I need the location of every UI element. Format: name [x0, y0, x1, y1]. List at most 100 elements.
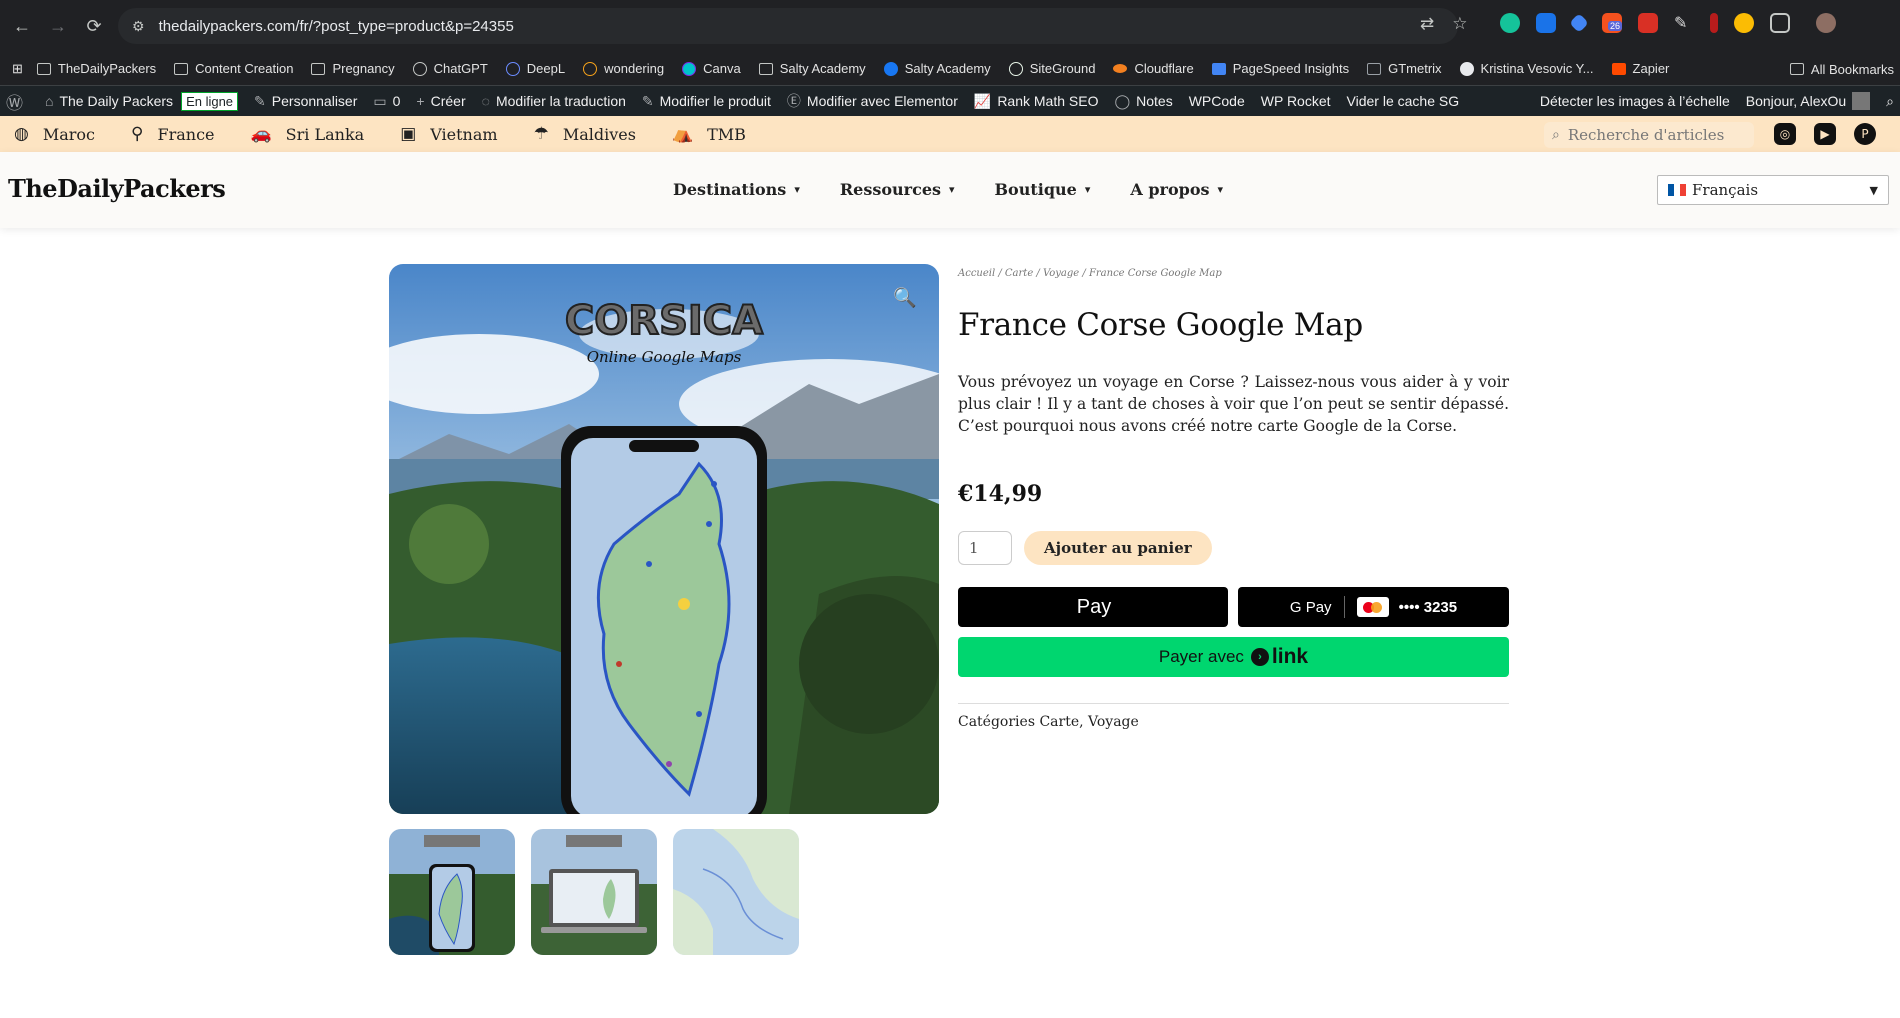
wp-translate[interactable]: ◌ Modifier la traduction	[482, 93, 626, 109]
translate-icon: ◌	[481, 93, 490, 109]
bookmark-item[interactable]: Salty Academy	[758, 61, 866, 76]
bookmark-label: TheDailyPackers	[57, 61, 157, 76]
menu-boutique[interactable]: Boutique ▾	[995, 180, 1091, 199]
caret-down-icon: ▼	[1869, 184, 1878, 197]
wp-customize[interactable]: ✎ Personnaliser	[254, 93, 357, 110]
wp-site-name[interactable]: ⌂ The Daily Packers En ligne	[45, 91, 239, 111]
back-icon[interactable]: ←	[4, 8, 40, 44]
bookmark-item[interactable]: PageSpeed Insights	[1211, 61, 1349, 76]
bookmark-item[interactable]: Salty Academy	[883, 61, 991, 76]
wp-rocket[interactable]: WP Rocket	[1261, 93, 1331, 109]
bookmark-label: Salty Academy	[904, 61, 991, 76]
wp-create[interactable]: + Créer	[416, 93, 465, 109]
bookmark-item[interactable]: TheDailyPackers	[36, 61, 157, 76]
bookmark-item[interactable]: Pregnancy	[311, 61, 395, 76]
instagram-icon[interactable]: ◎	[1774, 123, 1796, 145]
create-label: Créer	[430, 93, 466, 109]
nav-item-vietnam[interactable]: ▣ Vietnam	[400, 124, 497, 144]
translate-icon[interactable]: ⇄	[1420, 14, 1434, 34]
forward-icon[interactable]: →	[40, 8, 76, 44]
wp-comments[interactable]: ▭ 0	[373, 93, 400, 110]
breadcrumb[interactable]: Accueil / Carte / Voyage / France Corse …	[958, 268, 1509, 279]
eyedropper-icon[interactable]: ✎	[1674, 13, 1694, 33]
tag-extension-icon[interactable]	[1569, 13, 1589, 33]
customize-label: Personnaliser	[271, 93, 358, 109]
thumbnail-map[interactable]	[673, 829, 799, 955]
cloudflare-icon	[1113, 64, 1128, 73]
grammarly-icon[interactable]	[1500, 13, 1520, 33]
product-price: €14,99	[958, 481, 1043, 507]
category-link-carte[interactable]: Carte	[1039, 714, 1079, 730]
bookmark-item[interactable]: Kristina Vesovic Y...	[1459, 61, 1594, 76]
bookmark-star-icon[interactable]: ☆	[1452, 14, 1467, 34]
extensions-puzzle-icon[interactable]	[1770, 13, 1790, 33]
profile-avatar[interactable]	[1816, 13, 1836, 33]
yellow-extension-icon[interactable]	[1734, 13, 1754, 33]
menu-label: Boutique	[994, 180, 1077, 199]
menu-destinations[interactable]: Destinations ▾	[673, 180, 800, 199]
wp-rankmath[interactable]: 📈 Rank Math SEO	[974, 93, 1099, 110]
menu-ressources[interactable]: Ressources ▾	[840, 180, 955, 199]
wordpress-logo-icon[interactable]: Ⓦ	[6, 89, 29, 114]
nav-item-tmb[interactable]: ⛺ TMB	[672, 124, 746, 144]
wp-elementor[interactable]: Ⓔ Modifier avec Elementor	[787, 91, 958, 111]
youtube-icon[interactable]: ▶	[1814, 123, 1836, 145]
bookmark-item[interactable]: ChatGPT	[412, 61, 488, 76]
search-icon: ⌕	[1552, 127, 1560, 143]
detect-images-link[interactable]: Détecter les images à l’échelle	[1540, 93, 1730, 109]
bookmark-item[interactable]: Zapier	[1611, 61, 1669, 76]
bookmark-item[interactable]: Canva	[682, 61, 741, 76]
add-to-cart-button[interactable]: Ajouter au panier	[1024, 531, 1212, 565]
wp-notes[interactable]: ◯ Notes	[1114, 93, 1172, 110]
site-settings-icon[interactable]: ⚙	[132, 18, 145, 35]
wprocket-label: WP Rocket	[1260, 93, 1331, 109]
red-extension-icon[interactable]	[1638, 13, 1658, 33]
bookmark-item[interactable]: SiteGround	[1008, 61, 1095, 76]
nav-item-france[interactable]: ⚲ France	[131, 124, 214, 144]
pin-extension-icon[interactable]	[1710, 13, 1718, 33]
zoom-icon[interactable]: 🔍	[893, 286, 917, 310]
badge-extension-icon[interactable]: 26	[1602, 13, 1623, 33]
bookmark-item[interactable]: Content Creation	[174, 61, 293, 76]
bookmark-item[interactable]: Cloudflare	[1113, 61, 1194, 76]
quantity-input[interactable]: 1	[958, 531, 1012, 565]
apps-grid-icon[interactable]: ⊞	[12, 61, 23, 77]
bookmark-label: Pregnancy	[332, 61, 395, 76]
reload-icon[interactable]: ⟳	[76, 8, 112, 44]
wp-edit-product[interactable]: ✎ Modifier le produit	[642, 93, 771, 110]
nav-label: TMB	[707, 124, 746, 144]
language-select[interactable]: Français ▼	[1657, 175, 1889, 205]
product-main-image[interactable]: CORSICA Online Google Maps	[389, 264, 939, 814]
nav-item-sri-lanka[interactable]: 🚗 Sri Lanka	[251, 124, 365, 144]
bookmark-item[interactable]: GTmetrix	[1367, 61, 1442, 76]
thumbnail-phone[interactable]	[389, 829, 515, 955]
nav-item-maldives[interactable]: ☂ Maldives	[534, 124, 636, 144]
bookmark-item[interactable]: wondering	[583, 61, 664, 76]
apple-pay-button[interactable]: Pay	[958, 587, 1228, 627]
menu-label: Destinations	[673, 180, 787, 199]
bookmark-item[interactable]: DeepL	[505, 61, 565, 76]
car-icon: 🚗	[250, 124, 272, 144]
all-bookmarks[interactable]: All Bookmarks	[1773, 52, 1900, 85]
product-thumbnails	[389, 829, 799, 955]
wp-wpcode[interactable]: WPCode	[1189, 93, 1245, 109]
pinterest-icon[interactable]: P	[1854, 123, 1876, 145]
article-search-input[interactable]: ⌕ Recherche d'articles	[1544, 122, 1754, 148]
nav-item-maroc[interactable]: ◍ Maroc	[14, 124, 95, 144]
siteground-icon	[1008, 61, 1023, 76]
bookmark-label: Content Creation	[195, 61, 294, 76]
thumbnail-laptop[interactable]	[531, 829, 657, 955]
divider	[1343, 596, 1345, 618]
menu-a-propos[interactable]: A propos ▾	[1130, 180, 1223, 199]
wp-clear-cache[interactable]: Vider le cache SG	[1347, 93, 1460, 109]
extension-icon[interactable]	[1536, 13, 1556, 33]
comment-icon: ▭	[373, 92, 387, 109]
google-pay-button[interactable]: G Pay •••• 3235	[1238, 587, 1509, 627]
link-pay-button[interactable]: Payer avec › link	[958, 637, 1509, 677]
wp-user-greeting[interactable]: Bonjour, AlexOu	[1746, 92, 1871, 110]
site-logo[interactable]: TheDailyPackers	[8, 174, 226, 203]
search-icon[interactable]: ⌕	[1886, 93, 1894, 110]
translate-label: Modifier la traduction	[495, 93, 626, 109]
address-bar[interactable]: ⚙ thedailypackers.com/fr/?post_type=prod…	[118, 8, 1458, 44]
category-link-voyage[interactable]: Voyage	[1088, 714, 1139, 730]
